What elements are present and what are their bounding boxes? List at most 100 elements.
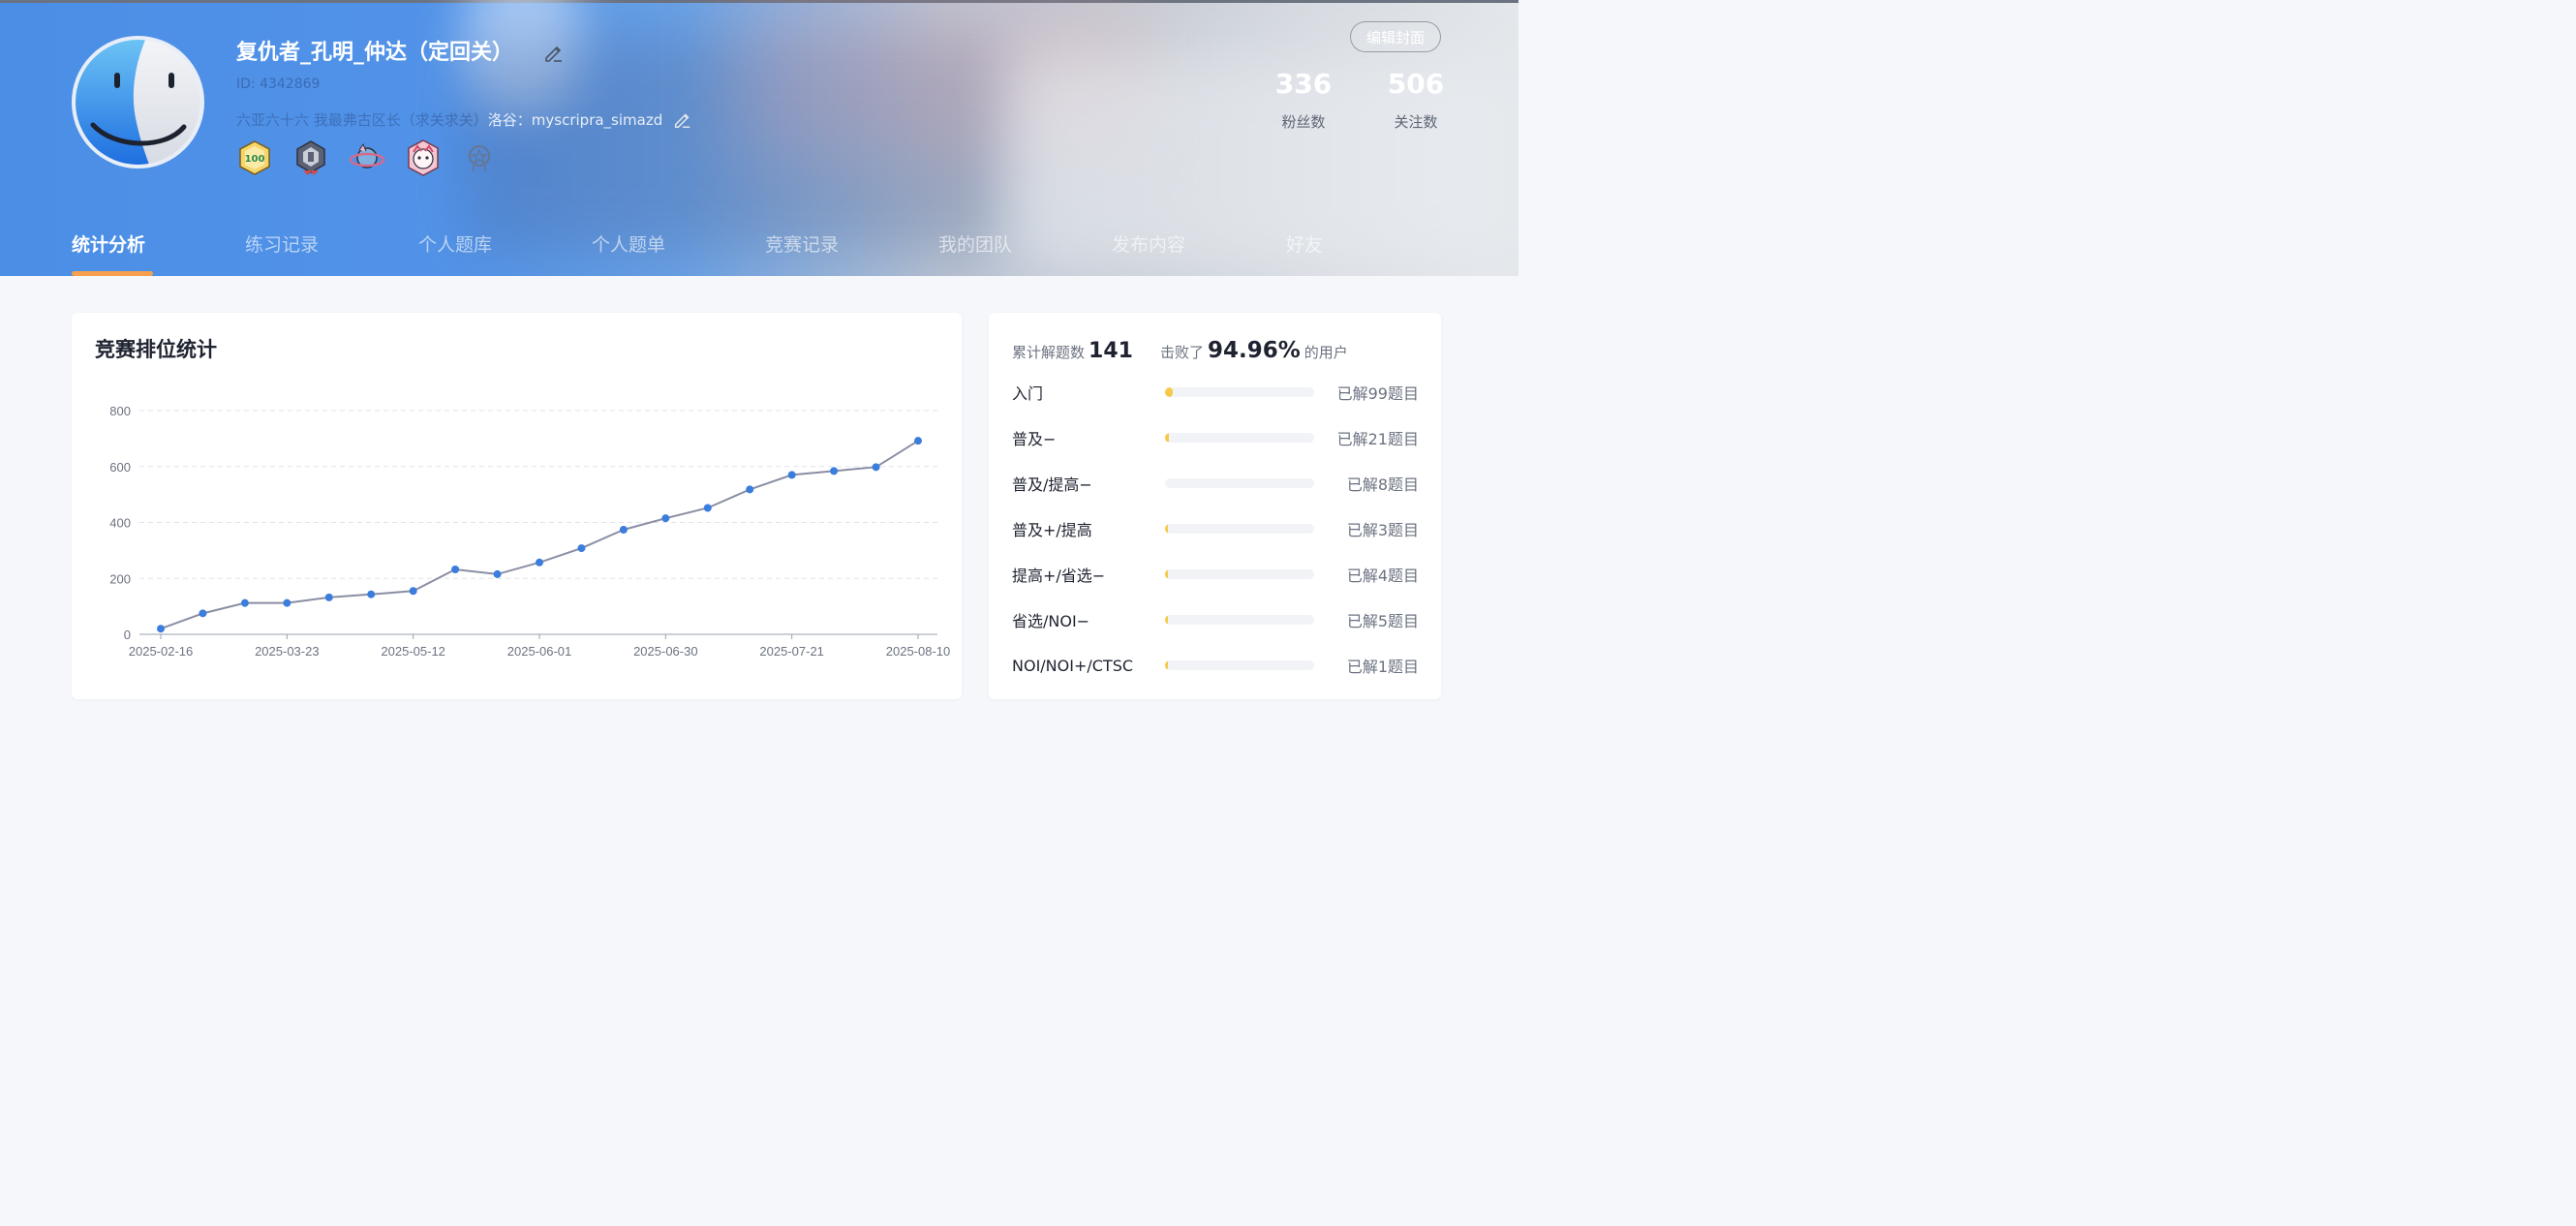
difficulty-name: 省选/NOI− [1012,612,1090,630]
data-point [536,558,543,567]
user-id: ID: 4342869 [236,77,321,92]
x-tick-label: 2025-06-30 [633,644,698,659]
difficulty-progress-fill [1165,569,1168,579]
x-tick-label: 2025-06-01 [507,644,572,659]
solved-stats-card: 累计解题数 141 击败了 94.96% 的用户 入门 已解99题目 普及− 已… [989,313,1441,699]
user-bio: 六亚六十六 我最弗古区长（求关求关） 洛谷：myscripra_simazd [236,108,693,130]
y-tick-label: 0 [124,628,131,642]
y-tick-label: 400 [109,516,131,531]
fans-count: 336 [1274,68,1333,100]
difficulty-name: 普及/提高− [1012,475,1092,494]
following-count: 506 [1387,68,1445,100]
rating-line-chart: 0 200 400 600 800 2025-02-16 2025-03-23 2025-05… [109,404,951,659]
badge-shield-icon[interactable] [291,138,330,177]
difficulty-row-improvement-plus-provincial-minus: 提高+/省选− 已解4题目 [1012,563,1419,586]
following-stat[interactable]: 506 关注数 [1383,68,1449,132]
difficulty-solved-count: 已解5题目 [1346,612,1419,630]
difficulty-progress-fill [1165,615,1168,625]
edit-bio-pencil-icon[interactable] [672,108,693,130]
difficulty-progress [1165,433,1314,443]
difficulty-progress [1165,387,1314,397]
tab-personal-problems[interactable]: 个人题库 [418,230,492,257]
data-point [830,467,839,475]
difficulty-progress-fill [1165,524,1168,534]
difficulty-solved-count: 已解8题目 [1346,475,1419,494]
bio-prefix: 六亚六十六 我最弗古区长（求关求关） [236,110,488,129]
data-point [577,544,586,553]
x-tick-label: 2025-05-12 [381,644,445,659]
data-point [409,587,417,596]
y-tick-label: 200 [109,571,131,586]
bio-suffix: 洛谷：myscripra_simazd [487,110,663,129]
fans-label: 粉丝数 [1281,113,1326,131]
profile-banner: 复仇者_孔明_仲达（定回关） ID: 4342869 六亚六十六 我最弗古区长（… [0,0,1518,276]
data-point [619,526,628,535]
profile-tabs: 统计分析 练习记录 个人题库 个人题单 竞赛记录 我的团队 发布内容 好友 [0,230,1518,276]
beat-percentage: 94.96% [1207,338,1301,363]
difficulty-row-popularization-plus-improvement: 普及+/提高 已解3题目 [1012,517,1419,540]
difficulty-progress [1165,615,1314,625]
contest-rating-card: 竞赛排位统计 0 200 400 600 800 2025-02-16 2025-03-23… [72,313,962,699]
data-point [199,609,207,618]
badge-100-text: 100 [245,154,265,165]
difficulty-row-noi-ctsc: NOI/NOI+/CTSC 已解1题目 [1012,654,1419,677]
difficulty-row-popularization-improvement-minus: 普及/提高− 已解8题目 [1012,472,1419,495]
x-tick-label: 2025-02-16 [129,644,194,659]
difficulty-solved-count: 已解4题目 [1346,567,1419,585]
data-point [746,485,754,494]
data-point [703,504,712,512]
difficulty-progress-fill [1165,433,1169,443]
badge-character-icon[interactable] [404,138,443,177]
tab-contest-records[interactable]: 竞赛记录 [765,230,839,257]
difficulty-name: 普及+/提高 [1012,521,1092,539]
x-tick-label: 2025-03-23 [255,644,320,659]
solved-summary: 累计解题数 141 击败了 94.96% 的用户 [1012,338,1348,363]
difficulty-row-provincial-noi-minus: 省选/NOI− 已解5题目 [1012,608,1419,631]
tab-my-teams[interactable]: 我的团队 [938,230,1012,257]
difficulty-solved-count: 已解21题目 [1336,430,1419,448]
beat-prefix: 击败了 [1159,344,1204,361]
edit-cover-button[interactable]: 编辑封面 [1350,21,1441,52]
difficulty-name: NOI/NOI+/CTSC [1012,656,1134,675]
y-tick-label: 600 [109,460,131,475]
difficulty-progress [1165,524,1314,534]
difficulty-solved-count: 已解3题目 [1346,521,1419,539]
tab-practice-records[interactable]: 练习记录 [245,230,319,257]
data-point [914,437,922,445]
tab-statistics[interactable]: 统计分析 [72,230,145,257]
avatar[interactable] [72,36,204,169]
difficulty-solved-count: 已解1题目 [1346,658,1419,676]
difficulty-row-entry: 入门 已解99题目 [1012,381,1419,404]
badge-planet-icon[interactable] [348,138,386,177]
data-point [493,569,502,578]
x-tick-label: 2025-07-21 [759,644,824,659]
tab-friends[interactable]: 好友 [1286,230,1323,257]
series-line [160,440,919,630]
data-point [872,463,880,472]
tab-published-content[interactable]: 发布内容 [1112,230,1185,257]
x-tick-label: 2025-08-10 [886,644,951,659]
difficulty-name: 提高+/省选− [1012,567,1106,585]
badge-list: 100 [235,138,499,177]
data-point [367,590,376,598]
data-point [787,471,796,479]
difficulty-row-popularization-minus: 普及− 已解21题目 [1012,426,1419,449]
beat-suffix: 的用户 [1303,344,1348,361]
data-point [240,598,249,607]
fans-stat[interactable]: 336 粉丝数 [1271,68,1336,132]
badge-100-icon[interactable]: 100 [235,138,274,177]
edit-pencil-icon[interactable] [542,41,566,64]
difficulty-progress [1165,660,1314,670]
difficulty-name: 入门 [1012,384,1044,403]
difficulty-name: 普及− [1012,430,1057,448]
tab-personal-lists[interactable]: 个人题单 [592,230,665,257]
data-point [451,566,460,574]
username: 复仇者_孔明_仲达（定回关） [236,41,514,65]
total-solved-value: 141 [1089,339,1133,363]
data-point [661,514,670,523]
difficulty-progress [1165,478,1314,488]
badge-medal-outline-icon[interactable] [460,138,499,177]
data-point [324,593,333,601]
y-tick-label: 800 [109,404,131,418]
active-tab-indicator [72,271,153,276]
